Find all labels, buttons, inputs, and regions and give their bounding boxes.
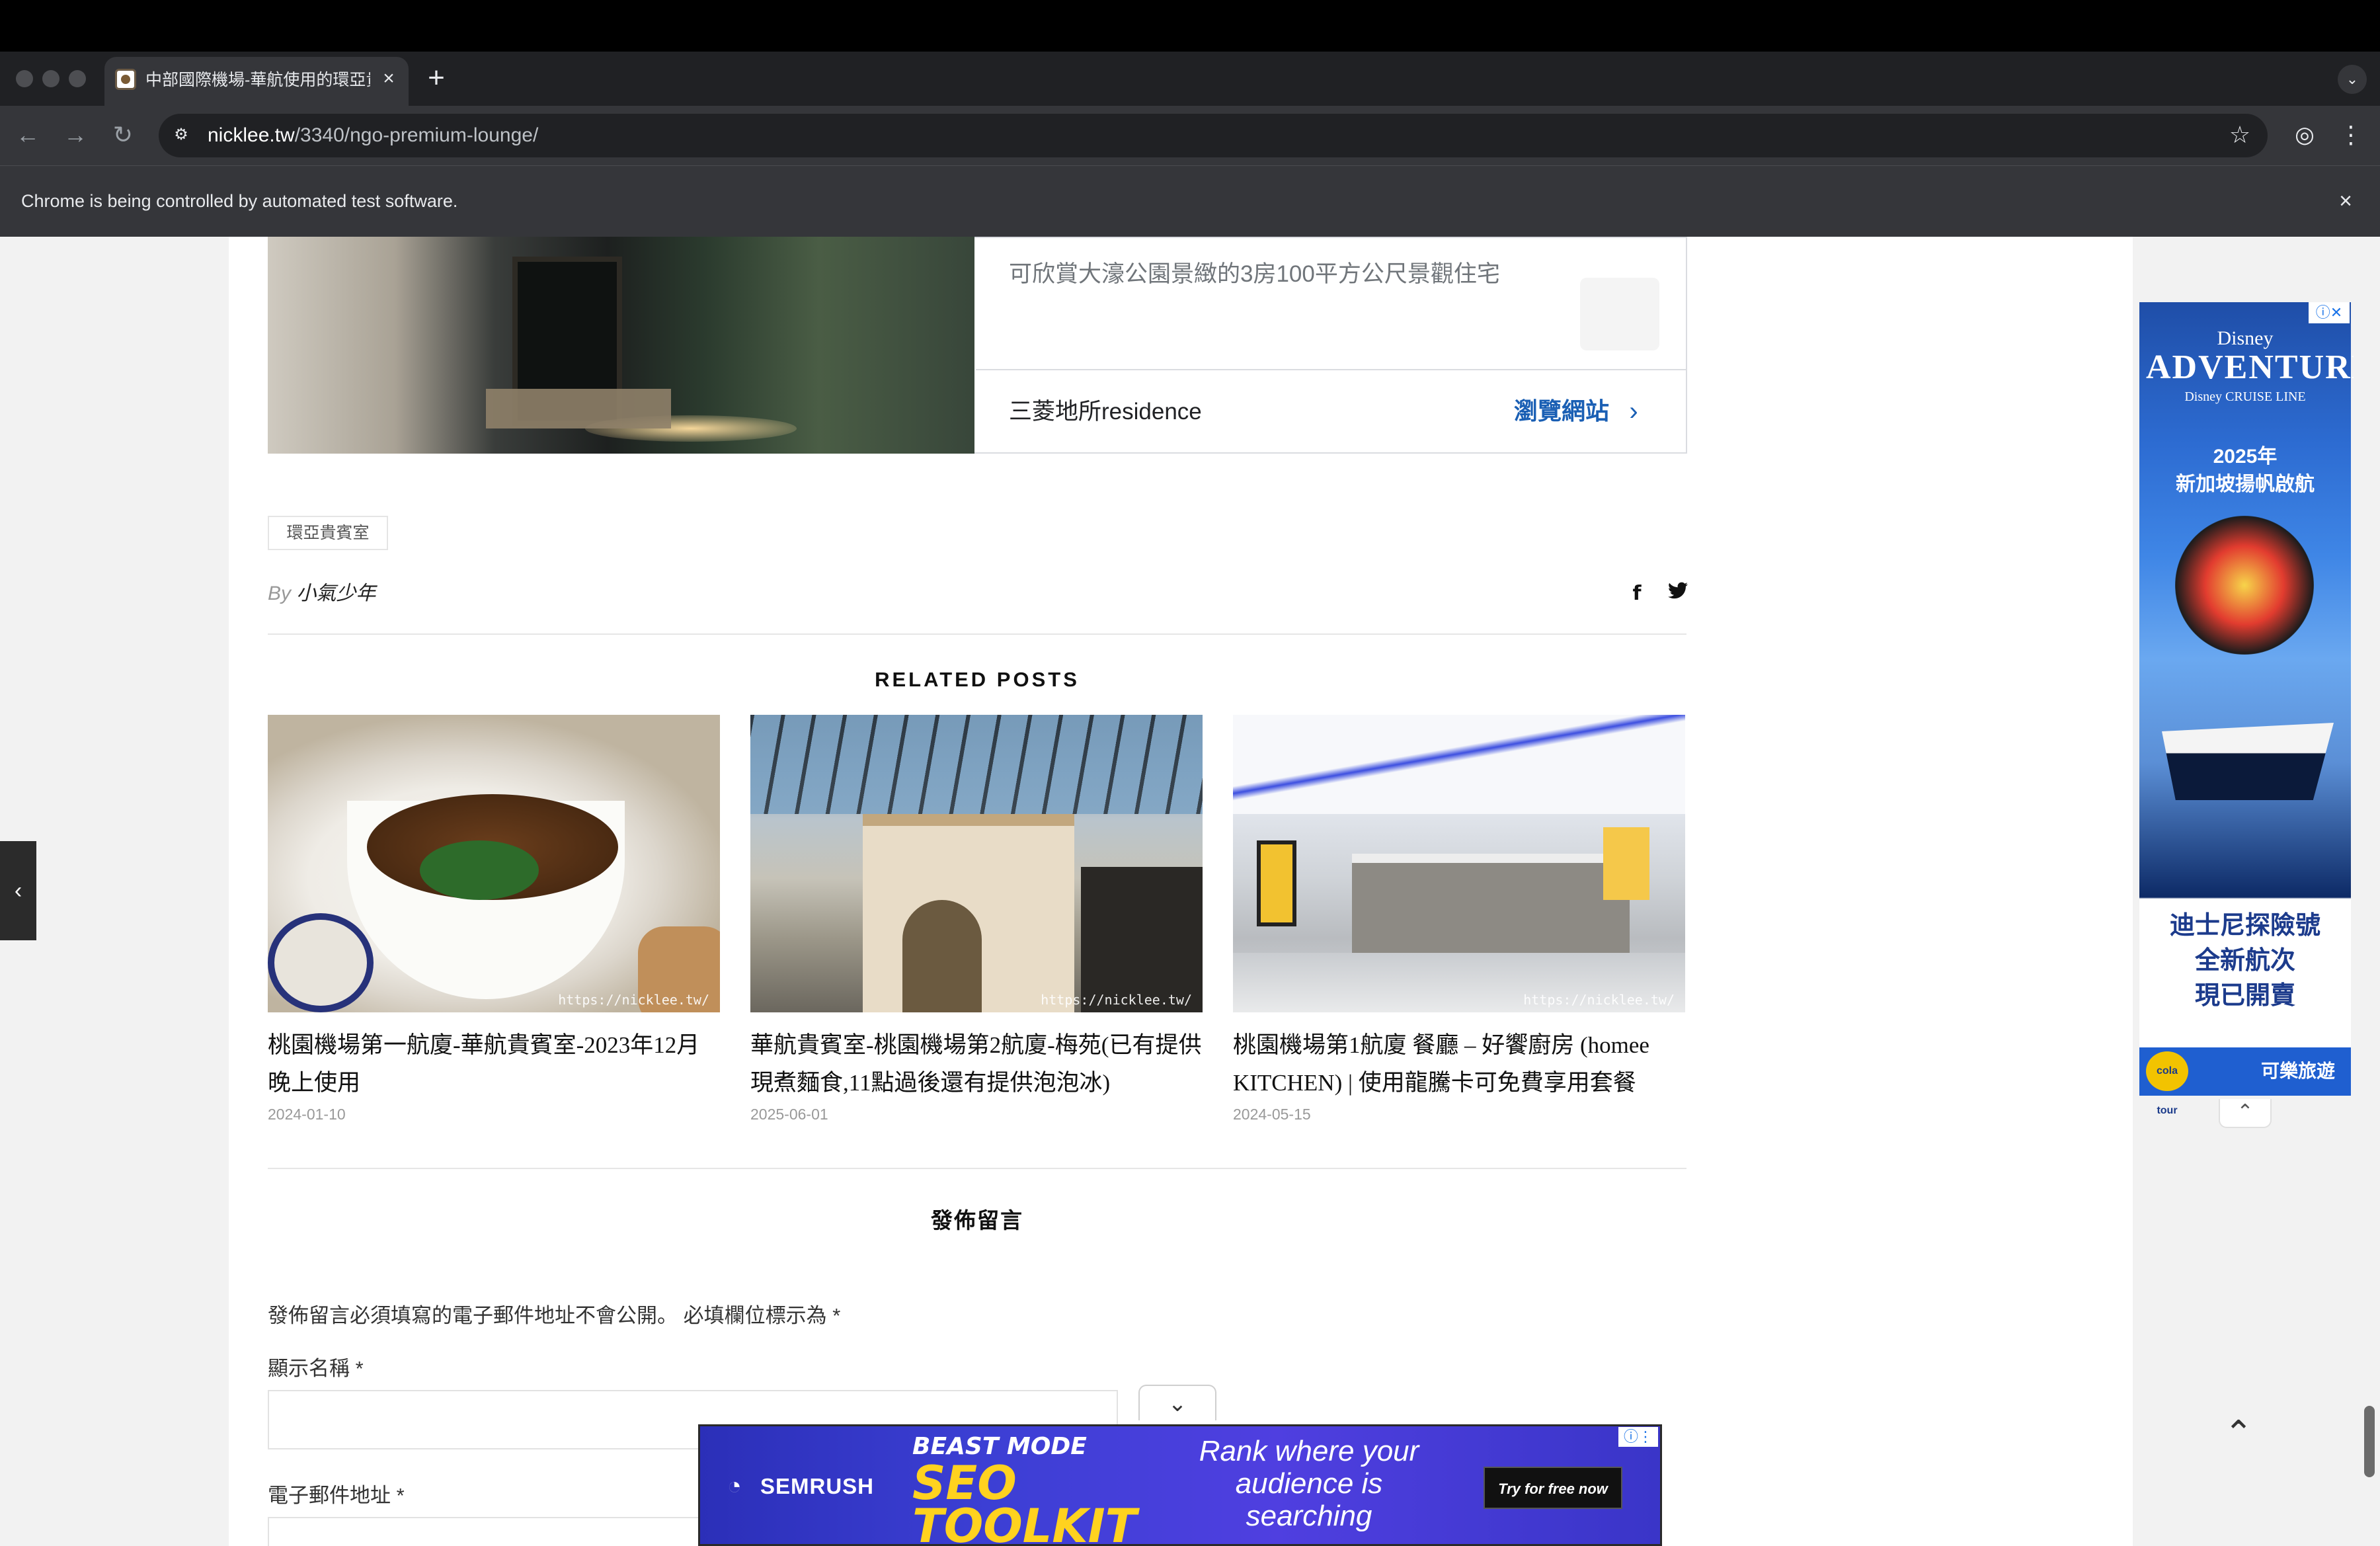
twitter-bird-svg <box>1668 582 1688 599</box>
sidebar-ad-copy-line3: 現已開賣 <box>2194 982 2295 1010</box>
facebook-share-icon[interactable]: f <box>1626 582 1647 606</box>
divider <box>268 1168 1686 1169</box>
byline-prefix: By <box>268 583 292 604</box>
plate <box>268 913 374 1012</box>
infobar-message: Chrome is being controlled by automated … <box>21 191 458 211</box>
ad-choices-icon[interactable]: ⓘ✕ <box>2309 302 2350 323</box>
sidebar-ad-year[interactable]: 2025年 新加坡揚帆啟航 <box>2146 443 2344 503</box>
close-window-icon[interactable] <box>16 70 33 87</box>
comment-heading: 發佈留言 <box>931 1208 1023 1233</box>
anchor-ad-collapse-chevron-icon[interactable]: ⌄ <box>1138 1385 1216 1420</box>
back-arrow-icon[interactable]: ← <box>12 119 44 151</box>
sidebar-ad-year-line2: 新加坡揚帆啟航 <box>2176 473 2315 495</box>
sidebar-ad-year-line1: 2025年 <box>2213 446 2278 468</box>
site-info-tune-icon[interactable]: ⚙ <box>169 123 193 147</box>
image-watermark: https://nicklee.tw/ <box>558 992 709 1008</box>
tab-title[interactable]: 中部國際機場-華航使用的環亞貴賓室 <box>145 69 370 91</box>
minimize-window-icon[interactable] <box>42 70 60 87</box>
url-host: nicklee.tw <box>208 124 295 146</box>
ad-advertiser[interactable]: 三菱地所residence <box>1009 395 1202 428</box>
kebab-menu-icon[interactable]: ⋮ <box>2336 119 2365 151</box>
greens <box>420 840 539 900</box>
sidebar-ad-characters <box>2175 516 2314 655</box>
glass-roof <box>750 715 1203 814</box>
name-label: 顯示名稱 * <box>268 1357 364 1380</box>
sidebar-ad-footer-brand[interactable]: 可樂旅遊 <box>2261 1057 2335 1086</box>
author-byline: By 小氣少年 <box>268 581 376 607</box>
related-post-1-title[interactable]: 桃園機場第一航廈-華航貴賓室-2023年12月晚上使用 <box>268 1026 720 1103</box>
ad-divider <box>976 369 1686 370</box>
ad-choices-icon[interactable]: ⓘ⋮ <box>1618 1427 1658 1447</box>
ad-photo-light <box>585 415 797 442</box>
sidebar-ad-logo: cola tour <box>2146 1051 2188 1116</box>
ad-photo-residence[interactable] <box>268 237 974 454</box>
related-post-3-date: 2024-05-15 <box>1233 1106 1311 1123</box>
food-counter <box>1352 854 1630 953</box>
ad-description[interactable]: 可欣賞大濠公園景緻的3房100平方公尺景觀住宅 <box>1009 258 1500 291</box>
screen-top-bar <box>0 0 2380 52</box>
image-watermark: https://nicklee.tw/ <box>1041 992 1192 1008</box>
author-link[interactable]: 小氣少年 <box>296 583 376 604</box>
url-path: /3340/ngo-premium-lounge/ <box>294 124 539 146</box>
divider <box>268 633 1686 635</box>
url-text[interactable]: nicklee.tw/3340/ngo-premium-lounge/ <box>208 123 538 148</box>
infobar-close-icon[interactable]: × <box>2332 188 2359 214</box>
anchor-ad-logo-text: SEMRUSH <box>760 1474 875 1498</box>
menu-sign <box>1603 827 1649 900</box>
related-post-3-title[interactable]: 桃園機場第1航廈 餐廳 – 好饗廚房 (homee KITCHEN) | 使用龍… <box>1233 1026 1685 1103</box>
email-label: 電子郵件地址 * <box>268 1484 405 1507</box>
related-post-1-image[interactable]: https://nicklee.tw/ <box>268 715 720 1012</box>
sidebar-ad-collapse-chevron-icon[interactable]: ⌃ <box>2219 1099 2272 1128</box>
new-tab-icon[interactable]: + <box>423 63 450 93</box>
chevron-right-icon[interactable]: › <box>1624 394 1644 428</box>
moon-gate <box>902 900 982 1012</box>
related-post-2-date: 2025-06-01 <box>750 1106 828 1123</box>
anchor-ad-tagline[interactable]: Rank where your audience is searching <box>1190 1435 1428 1534</box>
sidebar-ad-copy-line2: 全新航次 <box>2194 947 2295 975</box>
profile-icon[interactable]: ◎ <box>2289 119 2320 151</box>
related-post-2-title[interactable]: 華航貴賓室-桃園機場第2航廈-梅苑(已有提供現煮麵食,11點過後還有提供泡泡冰) <box>750 1026 1203 1103</box>
scrollbar-thumb[interactable] <box>2364 1406 2375 1477</box>
semrush-flame-icon: ◔ <box>727 1472 742 1499</box>
side-panel-toggle-chevron-icon[interactable]: ‹ <box>0 841 36 940</box>
back-to-top-chevron-icon[interactable]: ⌃ <box>2219 1414 2258 1453</box>
scrollbar-track[interactable] <box>2354 237 2380 1546</box>
sidebar-ad-brand[interactable]: Disney ADVENTURE Disney CRUISE LINE <box>2146 324 2376 443</box>
related-post-1-date: 2024-01-10 <box>268 1106 346 1123</box>
tab-search-chevron-icon[interactable]: ⌄ <box>2338 65 2367 94</box>
related-post-2-image[interactable]: https://nicklee.tw/ <box>750 715 1203 1012</box>
related-post-3-image[interactable]: https://nicklee.tw/ <box>1233 715 1685 1012</box>
post-tag[interactable]: 環亞貴賓室 <box>268 516 388 550</box>
anchor-ad-headline-line3: TOOLKIT <box>912 1499 1137 1546</box>
sidebar-ad-brand-line3: Disney CRUISE LINE <box>2184 389 2306 404</box>
comment-notes: 發佈留言必須填寫的電子郵件地址不會公開。 必填欄位標示為 * <box>268 1304 841 1327</box>
bookmark-star-icon[interactable]: ☆ <box>2224 119 2256 151</box>
sidebar-ad-brand-line2: ADVENTURE <box>2146 348 2376 386</box>
reload-icon[interactable]: ↻ <box>107 119 139 151</box>
menu-sign <box>1257 840 1296 926</box>
ceiling <box>1233 715 1685 814</box>
maximize-window-icon[interactable] <box>69 70 86 87</box>
ad-visit-site-button[interactable]: 瀏覽網站 <box>1514 394 1609 428</box>
sidebar-ad-copy-line1: 迪士尼探險號 <box>2169 912 2320 940</box>
ad-watermark-logo <box>1580 278 1659 350</box>
tab-favicon-icon <box>115 69 136 90</box>
twitter-share-icon[interactable] <box>1666 582 1690 606</box>
anchor-ad-cta-button[interactable]: Try for free now <box>1484 1467 1622 1509</box>
anchor-ad-headline[interactable]: BEAST MODE SEO TOOLKIT <box>912 1434 1150 1546</box>
anchor-ad-logo[interactable]: ◔ SEMRUSH <box>727 1469 874 1502</box>
sidebar-ad-copy[interactable]: 迪士尼探險號 全新航次 現已開賣 <box>2139 909 2351 1021</box>
forward-arrow-icon[interactable]: → <box>60 119 91 151</box>
tab-close-icon[interactable]: × <box>378 67 399 90</box>
related-posts-heading: RELATED POSTS <box>875 668 1080 691</box>
image-watermark: https://nicklee.tw/ <box>1523 992 1675 1008</box>
